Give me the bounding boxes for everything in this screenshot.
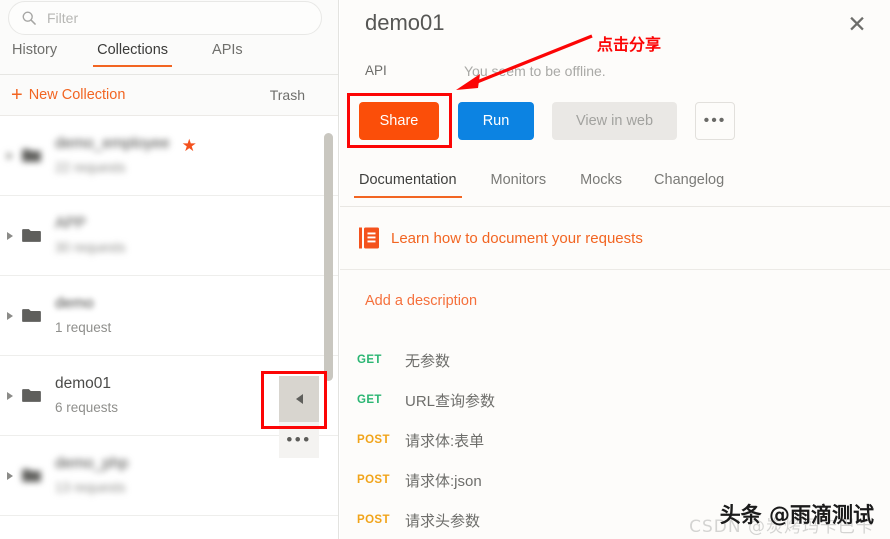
list-item[interactable]: APP 30 requests bbox=[0, 196, 338, 276]
collection-name: demo_php bbox=[55, 454, 129, 472]
folder-icon bbox=[22, 389, 41, 402]
watermark-toutiao: 头条 @雨滴测试 bbox=[719, 503, 874, 527]
sidebar: History Collections APIs + New Collectio… bbox=[0, 0, 339, 539]
folder-icon bbox=[22, 149, 41, 162]
learn-documentation-row[interactable]: Learn how to document your requests bbox=[340, 207, 890, 270]
run-button[interactable]: Run bbox=[458, 102, 534, 140]
request-row[interactable]: GET URL查询参数 bbox=[340, 380, 890, 420]
search-input[interactable] bbox=[47, 10, 297, 26]
request-name: 请求头参数 bbox=[405, 512, 481, 530]
request-method: POST bbox=[357, 514, 390, 526]
sidebar-scrollbar-thumb[interactable] bbox=[324, 133, 333, 381]
panel-tabs: Documentation Monitors Mocks Changelog bbox=[340, 172, 890, 207]
expand-caret-icon[interactable] bbox=[7, 231, 13, 240]
request-name: 无参数 bbox=[405, 352, 451, 370]
tab-collections[interactable]: Collections bbox=[93, 38, 172, 67]
collection-name: demo bbox=[55, 294, 94, 312]
collection-request-count: 1 request bbox=[55, 319, 112, 335]
tab-mocks[interactable]: Mocks bbox=[580, 172, 622, 197]
collapse-sidebar-button[interactable] bbox=[279, 376, 319, 422]
expand-caret-icon[interactable] bbox=[7, 391, 13, 400]
view-in-web-button[interactable]: View in web bbox=[552, 102, 677, 140]
request-method: GET bbox=[357, 354, 382, 366]
sidebar-more-options-button[interactable]: ••• bbox=[279, 422, 319, 458]
folder-icon bbox=[22, 229, 41, 242]
tab-changelog[interactable]: Changelog bbox=[654, 172, 724, 197]
plus-icon: + bbox=[11, 84, 23, 106]
collection-request-count: 30 requests bbox=[55, 239, 126, 255]
new-collection-button[interactable]: + New Collection bbox=[11, 85, 125, 105]
tab-apis[interactable]: APIs bbox=[212, 38, 243, 66]
add-description-link[interactable]: Add a description bbox=[365, 293, 477, 309]
expand-caret-icon[interactable] bbox=[7, 151, 13, 160]
page-title: demo01 bbox=[365, 10, 445, 35]
folder-icon bbox=[22, 469, 41, 482]
api-label: API bbox=[365, 63, 387, 78]
request-method: POST bbox=[357, 474, 390, 486]
star-icon[interactable]: ★ bbox=[182, 136, 197, 156]
panel-action-buttons: Share Run View in web ••• bbox=[359, 102, 735, 140]
book-icon bbox=[359, 227, 379, 249]
list-item[interactable]: demo_employee 22 requests ★ bbox=[0, 116, 338, 196]
trash-button[interactable]: Trash bbox=[270, 87, 305, 103]
more-options-button[interactable]: ••• bbox=[695, 102, 735, 140]
search-icon bbox=[22, 11, 36, 25]
request-name: 请求体:json bbox=[405, 472, 482, 490]
share-button[interactable]: Share bbox=[359, 102, 439, 140]
tab-monitors[interactable]: Monitors bbox=[491, 172, 547, 197]
new-collection-label: New Collection bbox=[28, 87, 126, 103]
request-method: GET bbox=[357, 394, 382, 406]
postman-collection-window: History Collections APIs + New Collectio… bbox=[0, 0, 890, 539]
request-name: URL查询参数 bbox=[405, 392, 496, 410]
sidebar-tabs: History Collections APIs bbox=[0, 38, 338, 75]
learn-documentation-link[interactable]: Learn how to document your requests bbox=[391, 230, 643, 247]
collection-request-count: 6 requests bbox=[55, 399, 119, 415]
list-item[interactable]: demo 1 request bbox=[0, 276, 338, 356]
tab-documentation[interactable]: Documentation bbox=[354, 172, 462, 198]
close-icon[interactable]: ✕ bbox=[844, 11, 870, 37]
annotation-label: 点击分享 bbox=[597, 35, 662, 54]
request-method: POST bbox=[357, 434, 390, 446]
request-row[interactable]: POST 请求体:json bbox=[340, 460, 890, 500]
request-row[interactable]: POST 请求体:表单 bbox=[340, 420, 890, 460]
filter-box[interactable] bbox=[8, 1, 322, 35]
folder-icon bbox=[22, 309, 41, 322]
offline-status-text: You seem to be offline. bbox=[464, 63, 606, 79]
request-name: 请求体:表单 bbox=[405, 432, 485, 450]
request-row[interactable]: GET 无参数 bbox=[340, 340, 890, 380]
collection-name: APP bbox=[55, 214, 87, 232]
collection-name: demo01 bbox=[55, 374, 112, 392]
collection-request-count: 22 requests bbox=[55, 159, 126, 175]
collection-request-count: 13 requests bbox=[55, 479, 126, 495]
chevron-left-icon bbox=[295, 394, 303, 404]
collection-detail-panel: demo01 ✕ API You seem to be offline. Sha… bbox=[340, 0, 890, 539]
collection-name: demo_employee bbox=[55, 134, 170, 152]
sidebar-actions: + New Collection Trash bbox=[0, 75, 338, 116]
tab-history[interactable]: History bbox=[12, 38, 57, 66]
collection-list: demo_employee 22 requests ★ APP 30 reque… bbox=[0, 116, 338, 539]
expand-caret-icon[interactable] bbox=[7, 311, 13, 320]
expand-caret-icon[interactable] bbox=[7, 471, 13, 480]
